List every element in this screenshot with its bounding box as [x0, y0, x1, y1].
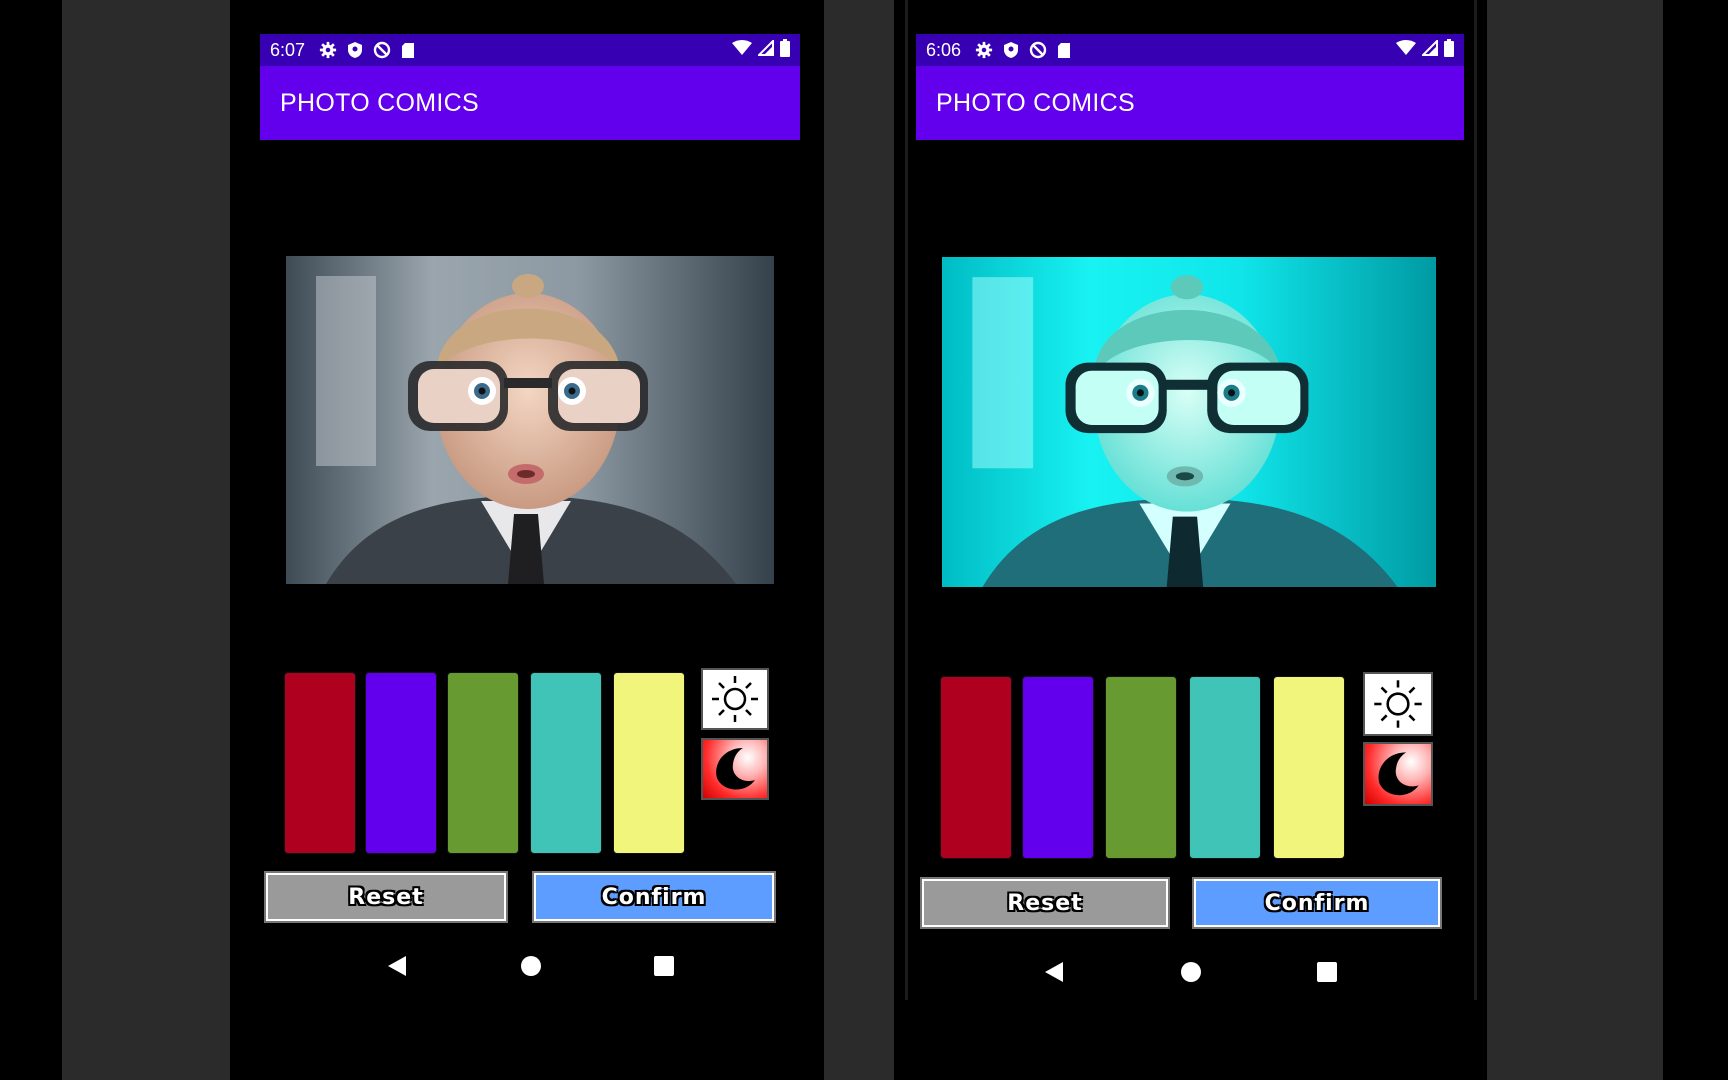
phone-screen-left: 6:07 PHOTO COMICS Reset Confirm	[260, 0, 800, 1080]
device-edge	[905, 0, 908, 1000]
home-icon[interactable]	[520, 955, 542, 977]
battery-icon	[780, 38, 790, 62]
reset-label: Reset	[348, 884, 424, 910]
color-swatch-green[interactable]	[1105, 676, 1177, 859]
shield-icon	[1003, 41, 1019, 59]
wifi-icon	[1396, 39, 1416, 61]
photo-preview	[286, 256, 774, 584]
photo-preview	[942, 257, 1436, 587]
sd-card-icon	[401, 42, 415, 59]
app-title: PHOTO COMICS	[936, 88, 1135, 117]
background-stripe-middle	[824, 0, 894, 1080]
shield-icon	[347, 41, 363, 59]
reset-button[interactable]: Reset	[264, 871, 508, 923]
gear-icon	[975, 41, 993, 59]
status-bar: 6:07	[260, 34, 800, 66]
back-icon[interactable]	[386, 954, 408, 978]
status-bar: 6:06	[916, 34, 1464, 66]
status-time: 6:07	[270, 39, 306, 60]
sun-icon	[1365, 680, 1431, 738]
phone-screen-right: 6:06 PHOTO COMICS Reset Confirm	[916, 0, 1464, 1080]
reset-button[interactable]: Reset	[920, 877, 1170, 929]
navigation-bar	[916, 952, 1464, 992]
status-time: 6:06	[926, 39, 962, 60]
color-swatch-green[interactable]	[447, 672, 519, 854]
moon-icon	[703, 748, 767, 802]
confirm-button[interactable]: Confirm	[532, 871, 776, 923]
wifi-icon	[732, 39, 752, 61]
device-edge	[1474, 0, 1477, 1000]
battery-icon	[1444, 38, 1454, 62]
signal-icon	[756, 38, 774, 61]
gear-icon	[319, 41, 337, 59]
background-stripe-right	[1487, 0, 1663, 1080]
confirm-label: Confirm	[1264, 890, 1370, 916]
signal-icon	[1420, 38, 1438, 61]
color-swatch-purple[interactable]	[1022, 676, 1094, 859]
color-swatch-yellow[interactable]	[1273, 676, 1345, 859]
color-swatch-teal[interactable]	[530, 672, 602, 854]
data-saver-icon	[1029, 41, 1047, 59]
recents-icon[interactable]	[1316, 962, 1337, 982]
recents-icon[interactable]	[654, 956, 674, 976]
color-swatch-red[interactable]	[940, 676, 1012, 859]
brightness-button[interactable]	[701, 668, 769, 730]
background-stripe-left	[62, 0, 230, 1080]
dark-mode-button[interactable]	[701, 738, 769, 800]
sun-icon	[703, 676, 767, 732]
app-bar: PHOTO COMICS	[916, 66, 1464, 140]
navigation-bar	[260, 946, 800, 986]
color-swatch-yellow[interactable]	[613, 672, 685, 854]
color-swatch-teal[interactable]	[1189, 676, 1261, 859]
brightness-button[interactable]	[1363, 672, 1433, 736]
back-icon[interactable]	[1043, 960, 1065, 984]
home-icon[interactable]	[1180, 961, 1202, 983]
reset-label: Reset	[1007, 890, 1083, 916]
confirm-label: Confirm	[601, 884, 707, 910]
color-swatch-purple[interactable]	[365, 672, 437, 854]
app-title: PHOTO COMICS	[280, 88, 479, 117]
dark-mode-button[interactable]	[1363, 742, 1433, 806]
moon-icon	[1365, 752, 1431, 808]
sd-card-icon	[1057, 42, 1071, 59]
color-swatch-red[interactable]	[284, 672, 356, 854]
confirm-button[interactable]: Confirm	[1192, 877, 1442, 929]
app-bar: PHOTO COMICS	[260, 66, 800, 140]
data-saver-icon	[373, 41, 391, 59]
